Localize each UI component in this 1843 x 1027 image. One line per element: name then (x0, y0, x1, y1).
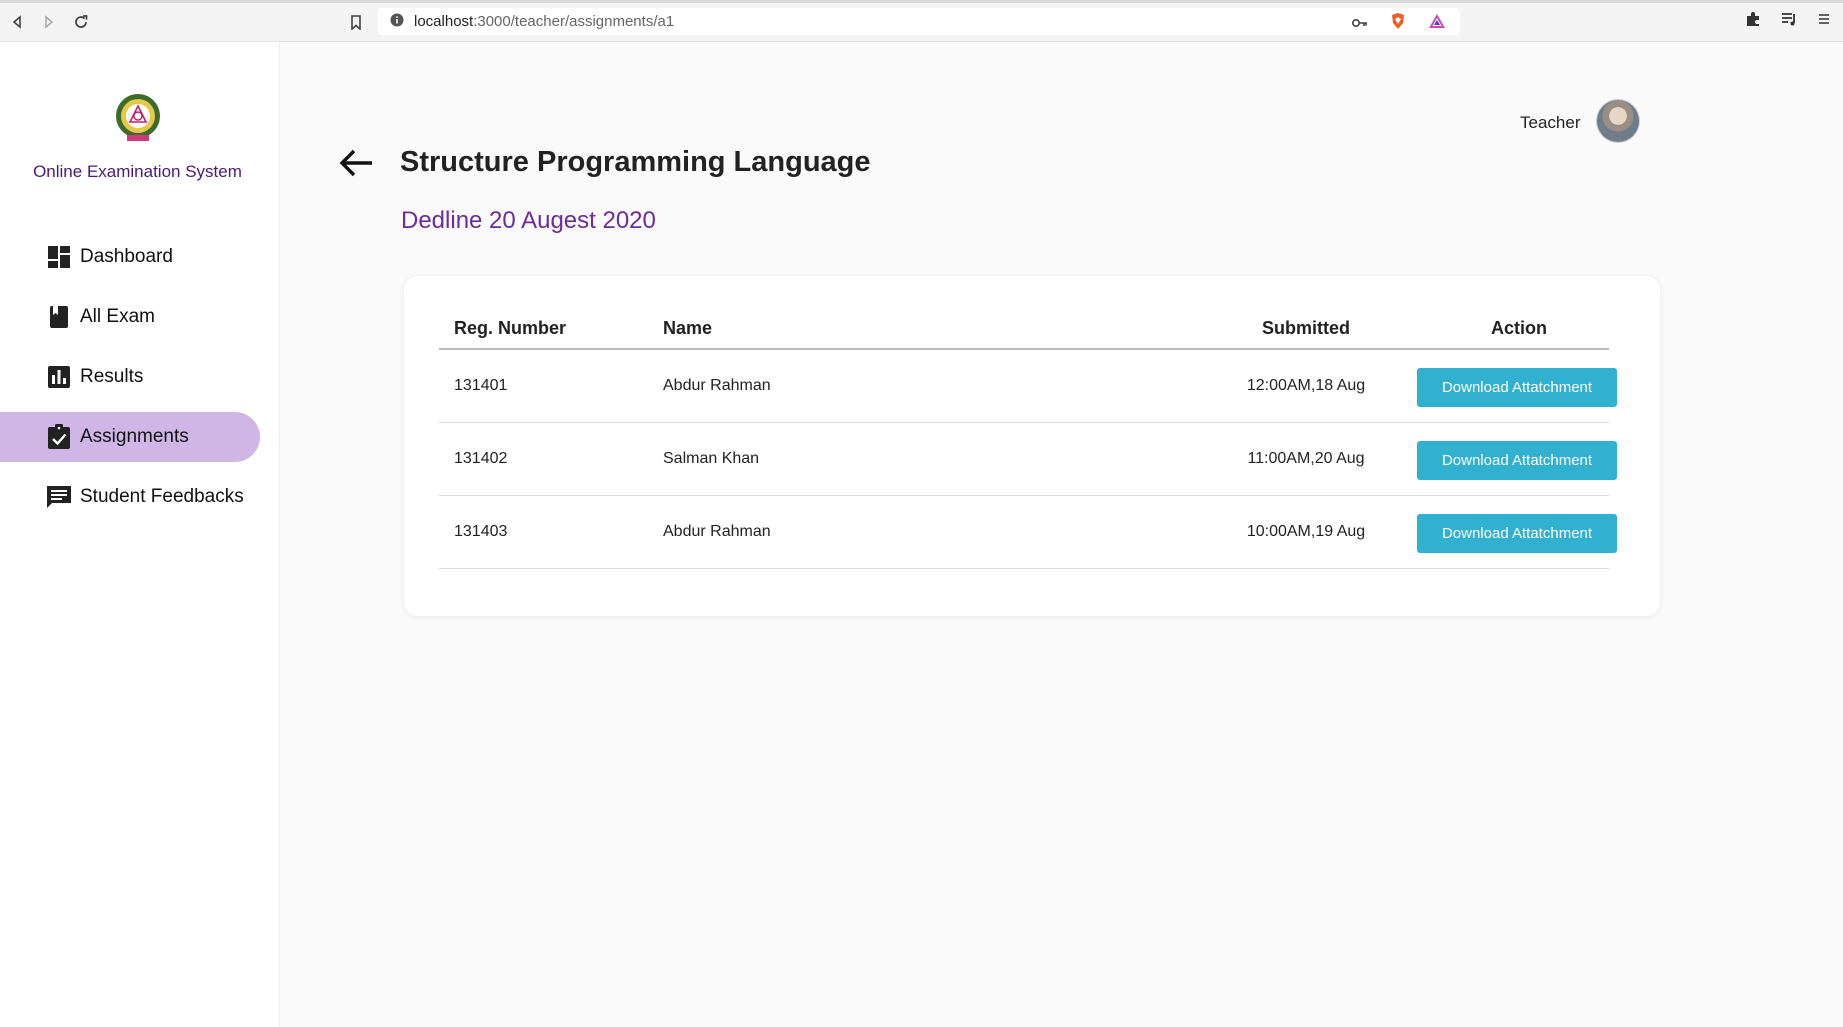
back-nav-icon[interactable] (6, 11, 28, 33)
sidebar-item-all-exam[interactable]: All Exam (0, 292, 260, 342)
book-icon (46, 304, 72, 330)
sidebar-item-results[interactable]: Results (0, 352, 260, 402)
user-role-label: Teacher (1520, 113, 1581, 132)
table-header: Reg. Number Name Submitted Action (439, 306, 1609, 350)
sidebar-item-label: Results (80, 366, 144, 387)
submitted-cell: 12:00AM,18 Aug (1246, 377, 1366, 394)
brave-rewards-icon[interactable] (1428, 13, 1446, 33)
sidebar-item-label: Student Feedbacks (80, 486, 244, 507)
name-cell: Abdur Rahman (663, 377, 771, 394)
back-arrow-icon[interactable] (338, 144, 376, 182)
submissions-card: Reg. Number Name Submitted Action 131401… (404, 276, 1660, 616)
sidebar-item-label: Dashboard (80, 246, 173, 267)
submitted-cell: 11:00AM,20 Aug (1247, 450, 1365, 467)
download-attachment-button[interactable]: Download Attatchment (1417, 368, 1617, 407)
sidebar-item-label: All Exam (80, 306, 155, 327)
deadline-text: Dedline 20 Augest 2020 (401, 207, 656, 234)
url-path: :3000/teacher/assignments/a1 (473, 13, 675, 30)
table-row: 131403 Abdur Rahman 10:00AM,19 Aug Downl… (439, 496, 1617, 569)
bar-chart-icon (46, 364, 72, 390)
table-row: 131401 Abdur Rahman 12:00AM,18 Aug Downl… (439, 350, 1617, 423)
sidebar: Online Examination System Dashboard All … (0, 42, 280, 1027)
browser-toolbar: localhost:3000/teacher/assignments/a1 (0, 0, 1843, 42)
avatar[interactable] (1597, 100, 1639, 142)
site-info-icon[interactable] (390, 13, 404, 31)
reg-number-cell: 131401 (454, 377, 508, 394)
app-title: Online Examination System (33, 162, 242, 181)
sidebar-item-label: Assignments (80, 426, 189, 447)
assignment-check-icon (46, 424, 72, 450)
university-logo-icon (110, 90, 166, 146)
sidebar-menu: Dashboard All Exam Results Assignments S… (0, 232, 260, 532)
sidebar-item-student-feedbacks[interactable]: Student Feedbacks (0, 472, 260, 522)
name-cell: Abdur Rahman (663, 523, 771, 540)
name-cell: Salman Khan (663, 450, 760, 467)
key-icon[interactable] (1351, 15, 1368, 32)
bookmark-icon[interactable] (345, 11, 367, 33)
reg-number-cell: 131402 (454, 450, 508, 467)
dashboard-icon (46, 244, 72, 270)
url-host: localhost (414, 13, 474, 30)
tab-strip (0, 0, 1843, 3)
download-attachment-button[interactable]: Download Attatchment (1417, 514, 1617, 553)
download-attachment-button[interactable]: Download Attatchment (1417, 441, 1617, 480)
submissions-table: Reg. Number Name Submitted Action 131401… (439, 306, 1617, 569)
reload-icon[interactable] (70, 11, 92, 33)
column-header-name: Name (663, 318, 713, 338)
feedback-icon (46, 484, 72, 510)
brave-shield-icon[interactable] (1390, 12, 1406, 34)
column-header-action: Action (1491, 318, 1547, 338)
column-header-submitted: Submitted (1262, 318, 1350, 338)
column-header-reg-number: Reg. Number (454, 318, 567, 338)
browser-menu-icon[interactable] (1817, 12, 1831, 31)
submitted-cell: 10:00AM,19 Aug (1246, 523, 1366, 540)
address-bar[interactable]: localhost:3000/teacher/assignments/a1 (378, 8, 1460, 35)
page-title: Structure Programming Language (400, 146, 871, 178)
extensions-icon[interactable] (1745, 11, 1761, 32)
sidebar-item-dashboard[interactable]: Dashboard (0, 232, 260, 282)
playlist-icon[interactable] (1781, 12, 1797, 31)
table-row: 131402 Salman Khan 11:00AM,20 Aug Downlo… (439, 423, 1617, 496)
reg-number-cell: 131403 (454, 523, 508, 540)
sidebar-item-assignments[interactable]: Assignments (0, 412, 260, 462)
forward-nav-icon[interactable] (38, 11, 60, 33)
